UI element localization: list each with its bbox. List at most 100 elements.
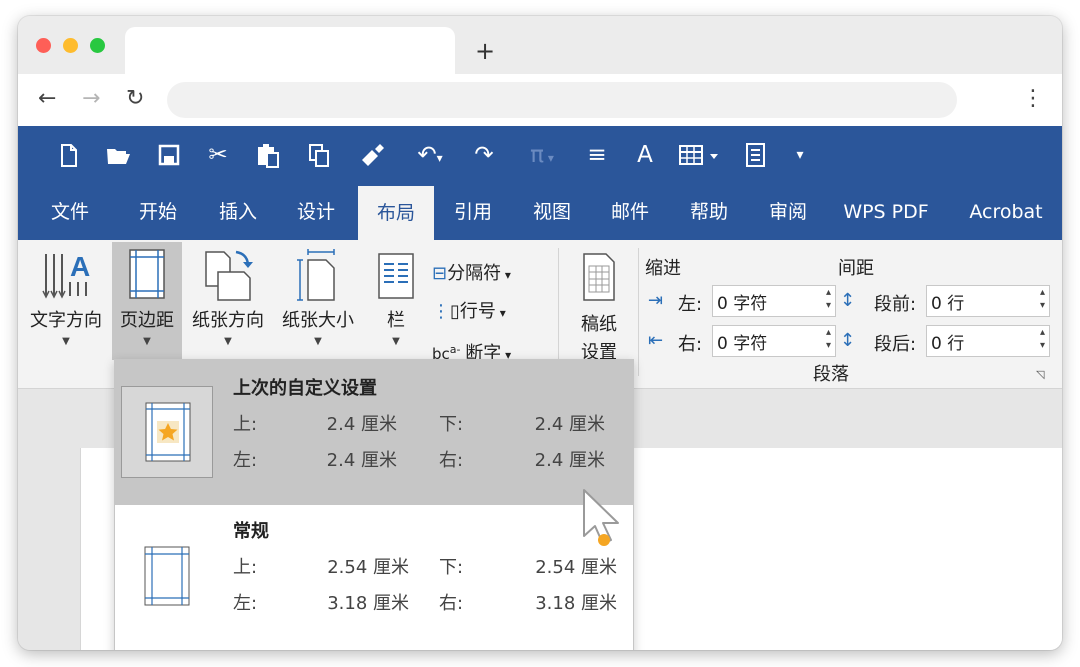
align-icon[interactable]: ≡ [583,140,611,170]
margin-preview-icon [144,546,190,606]
spacing-header: 间距 [838,258,874,279]
space-after-icon: ↕ [840,330,856,351]
indent-header: 缩进 [645,258,681,279]
spinner-arrows-icon[interactable]: ▴ ▾ [826,286,831,312]
size-button[interactable]: 纸张大小 ▼ [274,242,362,360]
tab-wps-pdf[interactable]: WPS PDF [836,184,936,240]
indent-left-value: 0 字符 [717,294,768,314]
chevron-down-icon: ▼ [62,336,70,347]
text-direction-button[interactable]: A 文字方向 ▼ [22,242,110,360]
font-style-icon[interactable]: A [630,140,660,170]
new-document-icon[interactable] [56,140,82,170]
paste-icon[interactable] [254,140,282,170]
indent-right-field[interactable]: 0 字符 ▴ ▾ [712,325,836,357]
bottom-label: 下: [439,414,464,435]
manuscript-button[interactable]: 稿纸 设置 [564,242,634,372]
tab-help[interactable]: 帮助 [679,184,739,240]
orientation-icon [205,250,253,301]
bottom-label: 下: [439,557,464,578]
reload-icon[interactable]: ↻ [126,86,144,112]
save-icon[interactable] [156,140,182,170]
tab-mailings[interactable]: 邮件 [600,184,660,240]
open-folder-icon[interactable] [104,140,132,170]
bottom-value: 2.4 厘米 [534,414,605,435]
undo-icon[interactable]: ↶▾ [408,140,452,170]
space-after-field[interactable]: 0 行 ▴ ▾ [926,325,1050,357]
tab-file[interactable]: 文件 [40,184,100,240]
page-size-icon [297,249,335,301]
mouse-pointer-icon [583,489,619,546]
minimize-window-button[interactable] [63,38,78,53]
tab-view[interactable]: 视图 [522,184,582,240]
indent-right-value: 0 字符 [717,334,768,354]
chevron-down-icon: ▼ [392,336,400,347]
size-label: 纸张大小 [282,310,354,331]
tab-design[interactable]: 设计 [286,184,346,240]
margins-label: 页边距 [120,310,174,331]
document-icon[interactable] [743,140,769,170]
forward-icon[interactable]: → [82,86,100,112]
chevron-down-icon: ▾ [495,306,506,320]
margins-button[interactable]: 页边距 ▼ [112,242,182,360]
top-label: 上: [233,557,258,578]
address-bar: ← → ↻ ⋮ [18,74,1062,126]
margin-option-normal[interactable]: 常规 上: 2.54 厘米 下: 2.54 厘米 左: 3.18 厘米 右: 3… [115,505,633,650]
tab-acrobat[interactable]: Acrobat [956,184,1056,240]
customize-icon[interactable]: ▾ [790,140,810,170]
top-value: 2.54 厘米 [327,557,409,578]
top-value: 2.4 厘米 [326,414,397,435]
copy-icon[interactable] [306,140,332,170]
margin-option-last-custom[interactable]: 上次的自定义设置 上: 2.4 厘米 下: 2.4 厘米 左: 2.4 厘米 右… [115,360,633,505]
format-painter-icon[interactable] [358,140,386,170]
tab-home[interactable]: 开始 [128,184,188,240]
spinner-arrows-icon[interactable]: ▴ ▾ [1040,326,1045,352]
url-input[interactable] [167,82,957,118]
tab-references[interactable]: 引用 [443,184,503,240]
columns-icon [378,253,414,299]
manuscript-label-1: 稿纸 [581,314,617,335]
close-window-button[interactable] [36,38,51,53]
indent-right-label: 右: [678,334,703,355]
text-direction-icon: A [42,251,90,299]
spinner-arrows-icon[interactable]: ▴ ▾ [826,326,831,352]
redo-icon[interactable]: ↷ [470,140,498,170]
columns-label: 栏 [387,310,405,331]
breaks-button[interactable]: ⊟分隔符 ▾ [432,262,511,287]
chevron-down-icon: ▼ [224,336,232,347]
top-label: 上: [233,414,258,435]
table-icon[interactable] [678,140,726,170]
browser-menu-icon[interactable]: ⋮ [1022,86,1044,112]
right-value: 3.18 厘米 [535,593,617,614]
browser-tab[interactable] [125,27,455,75]
margins-dropdown: 上次的自定义设置 上: 2.4 厘米 下: 2.4 厘米 左: 2.4 厘米 右… [114,359,634,650]
browser-window: + ← → ↻ ⋮ ✂ ↶▾ ↷ π ▾ ≡ A ▾ 文件 开始 插入 设计 布… [18,16,1062,650]
space-after-value: 0 行 [931,334,965,354]
cut-icon[interactable]: ✂ [203,140,233,170]
left-label: 左: [233,593,258,614]
right-label: 右: [439,593,464,614]
columns-button[interactable]: 栏 ▼ [364,242,428,360]
new-tab-button[interactable]: + [475,36,495,66]
tab-review[interactable]: 审阅 [758,184,818,240]
spinner-arrows-icon[interactable]: ▴ ▾ [1040,286,1045,312]
line-numbers-icon: ⋮ [432,301,450,322]
bottom-value: 2.54 厘米 [535,557,617,578]
maximize-window-button[interactable] [90,38,105,53]
line-numbers-button[interactable]: ⋮▯行号 ▾ [432,300,506,325]
orientation-button[interactable]: 纸张方向 ▼ [184,242,272,360]
line-numbers-label: 行号 [459,301,496,322]
indent-left-label: 左: [678,294,703,315]
tab-layout[interactable]: 布局 [358,186,434,240]
back-icon[interactable]: ← [38,86,56,112]
line-numbers-page-icon: ▯ [450,301,460,322]
indent-left-field[interactable]: 0 字符 ▴ ▾ [712,285,836,317]
dialog-launcher-icon[interactable]: ◹ [1036,368,1044,381]
margin-option-title: 上次的自定义设置 [233,378,377,399]
equation-icon[interactable]: π ▾ [520,140,564,170]
space-after-label: 段后: [874,334,917,355]
manuscript-icon [583,253,615,301]
right-value: 2.4 厘米 [534,450,605,471]
tab-insert[interactable]: 插入 [208,184,268,240]
chevron-down-icon: ▾ [501,268,511,282]
space-before-field[interactable]: 0 行 ▴ ▾ [926,285,1050,317]
